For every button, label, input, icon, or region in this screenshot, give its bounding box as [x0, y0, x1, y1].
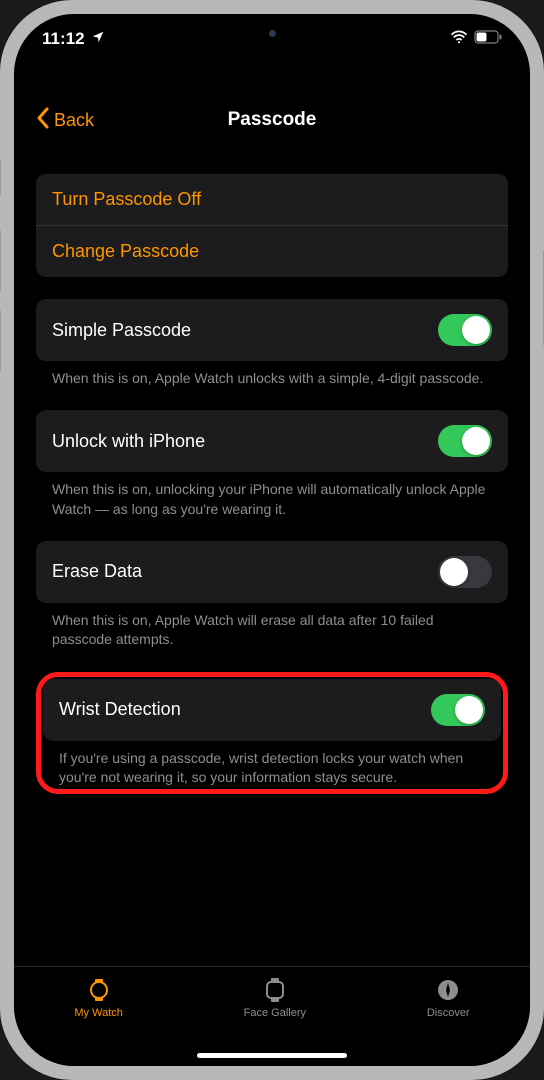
wrist-detection-row[interactable]: Wrist Detection [43, 679, 501, 741]
unlock-iphone-row[interactable]: Unlock with iPhone [36, 410, 508, 472]
erase-data-footer: When this is on, Apple Watch will erase … [36, 603, 508, 650]
change-passcode-label: Change Passcode [52, 241, 199, 262]
content: Turn Passcode Off Change Passcode Simple… [14, 174, 530, 966]
wifi-icon [450, 29, 468, 49]
tab-my-watch-label: My Watch [74, 1007, 123, 1019]
face-gallery-icon [265, 977, 285, 1003]
page-title: Passcode [228, 109, 317, 131]
simple-passcode-toggle[interactable] [438, 314, 492, 346]
status-time: 11:12 [42, 29, 85, 49]
wrist-detection-highlight: Wrist Detection If you're using a passco… [36, 672, 508, 795]
unlock-iphone-label: Unlock with iPhone [52, 431, 205, 452]
screen: 11:12 [14, 14, 530, 1066]
home-indicator[interactable] [197, 1053, 347, 1058]
back-button[interactable]: Back [36, 107, 94, 134]
unlock-iphone-footer: When this is on, unlocking your iPhone w… [36, 472, 508, 519]
erase-data-row[interactable]: Erase Data [36, 541, 508, 603]
chevron-left-icon [36, 107, 50, 134]
tab-face-gallery-label: Face Gallery [244, 1007, 306, 1019]
action-group: Turn Passcode Off Change Passcode [36, 174, 508, 277]
tab-face-gallery[interactable]: Face Gallery [244, 977, 306, 1019]
tab-bar: My Watch Face Gallery [14, 966, 530, 1066]
wrist-detection-label: Wrist Detection [59, 699, 181, 720]
wrist-detection-footer: If you're using a passcode, wrist detect… [43, 741, 501, 788]
nav-bar: Back Passcode [14, 96, 530, 144]
battery-icon [474, 29, 502, 49]
tab-my-watch[interactable]: My Watch [74, 977, 123, 1019]
watch-icon [87, 977, 111, 1003]
erase-data-label: Erase Data [52, 561, 142, 582]
turn-passcode-off-button[interactable]: Turn Passcode Off [36, 174, 508, 225]
notch [172, 14, 372, 42]
change-passcode-button[interactable]: Change Passcode [36, 225, 508, 277]
turn-passcode-off-label: Turn Passcode Off [52, 189, 201, 210]
erase-data-toggle[interactable] [438, 556, 492, 588]
back-label: Back [54, 110, 94, 131]
tab-discover[interactable]: Discover [427, 977, 470, 1019]
erase-data-group: Erase Data When this is on, Apple Watch … [36, 541, 508, 650]
simple-passcode-group: Simple Passcode When this is on, Apple W… [36, 299, 508, 388]
tab-discover-label: Discover [427, 1007, 470, 1019]
simple-passcode-row[interactable]: Simple Passcode [36, 299, 508, 361]
wrist-detection-toggle[interactable] [431, 694, 485, 726]
location-icon [91, 29, 105, 49]
simple-passcode-footer: When this is on, Apple Watch unlocks wit… [36, 361, 508, 388]
unlock-iphone-toggle[interactable] [438, 425, 492, 457]
phone-frame: 11:12 [0, 0, 544, 1080]
discover-icon [436, 977, 460, 1003]
unlock-iphone-group: Unlock with iPhone When this is on, unlo… [36, 410, 508, 519]
simple-passcode-label: Simple Passcode [52, 320, 191, 341]
